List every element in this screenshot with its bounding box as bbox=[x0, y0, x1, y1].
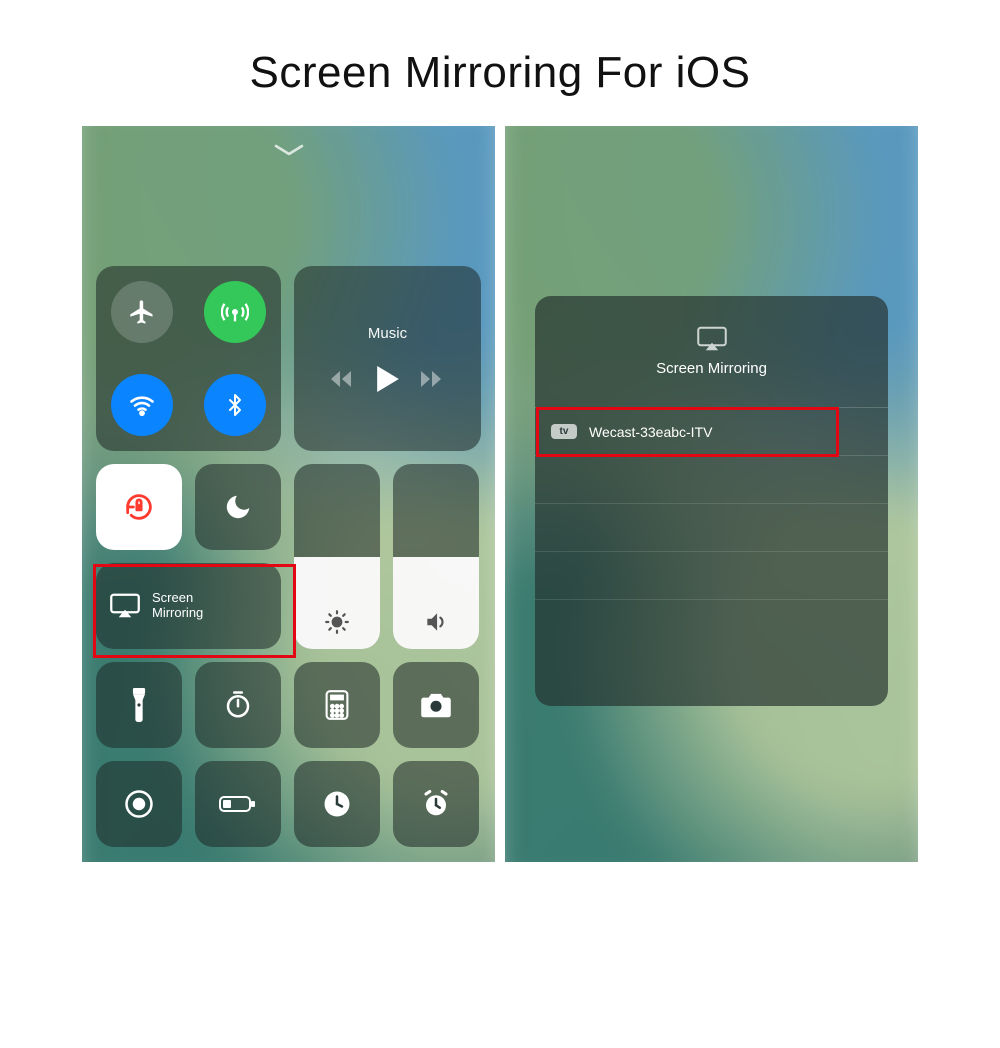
music-platter[interactable]: Music bbox=[294, 266, 481, 451]
cellular-data-toggle[interactable] bbox=[204, 281, 266, 343]
mirroring-label-2: Mirroring bbox=[152, 606, 203, 621]
orientation-lock-toggle[interactable] bbox=[96, 464, 182, 550]
mirroring-label-1: Screen bbox=[152, 591, 203, 606]
airplay-icon bbox=[110, 593, 140, 619]
airplay-icon bbox=[697, 326, 727, 352]
bluetooth-toggle[interactable] bbox=[204, 374, 266, 436]
screen-mirroring-button[interactable]: Screen Mirroring bbox=[96, 563, 281, 649]
camera-button[interactable] bbox=[393, 662, 479, 748]
timer-button[interactable] bbox=[195, 662, 281, 748]
screen-mirroring-card: Screen Mirroring tv Wecast-33eabc-ITV bbox=[535, 296, 888, 706]
connectivity-platter[interactable] bbox=[96, 266, 281, 451]
low-power-button[interactable] bbox=[195, 761, 281, 847]
flashlight-button[interactable] bbox=[96, 662, 182, 748]
screen-record-button[interactable] bbox=[96, 761, 182, 847]
appletv-badge-icon: tv bbox=[551, 424, 577, 439]
empty-row bbox=[535, 552, 888, 600]
brightness-icon bbox=[324, 609, 350, 635]
play-icon[interactable] bbox=[377, 366, 399, 392]
phone-mirroring-picker: Screen Mirroring tv Wecast-33eabc-ITV bbox=[505, 126, 918, 862]
calculator-button[interactable] bbox=[294, 662, 380, 748]
wifi-toggle[interactable] bbox=[111, 374, 173, 436]
alarm-button[interactable] bbox=[393, 761, 479, 847]
rewind-icon[interactable] bbox=[331, 369, 355, 389]
music-title: Music bbox=[368, 325, 407, 342]
volume-slider[interactable] bbox=[393, 464, 479, 649]
clock-button[interactable] bbox=[294, 761, 380, 847]
do-not-disturb-toggle[interactable] bbox=[195, 464, 281, 550]
airplane-mode-toggle[interactable] bbox=[111, 281, 173, 343]
volume-icon bbox=[423, 609, 449, 635]
phone-control-center: Music bbox=[82, 126, 495, 862]
mirroring-device-name: Wecast-33eabc-ITV bbox=[589, 424, 712, 440]
mirroring-device-row[interactable]: tv Wecast-33eabc-ITV bbox=[535, 408, 888, 456]
empty-row bbox=[535, 456, 888, 504]
brightness-slider[interactable] bbox=[294, 464, 380, 649]
chevron-down-icon[interactable] bbox=[272, 142, 306, 158]
page-title: Screen Mirroring For iOS bbox=[0, 48, 1000, 98]
empty-row bbox=[535, 504, 888, 552]
empty-row bbox=[535, 600, 888, 648]
fast-forward-icon[interactable] bbox=[421, 369, 445, 389]
mirroring-card-title: Screen Mirroring bbox=[656, 360, 767, 377]
